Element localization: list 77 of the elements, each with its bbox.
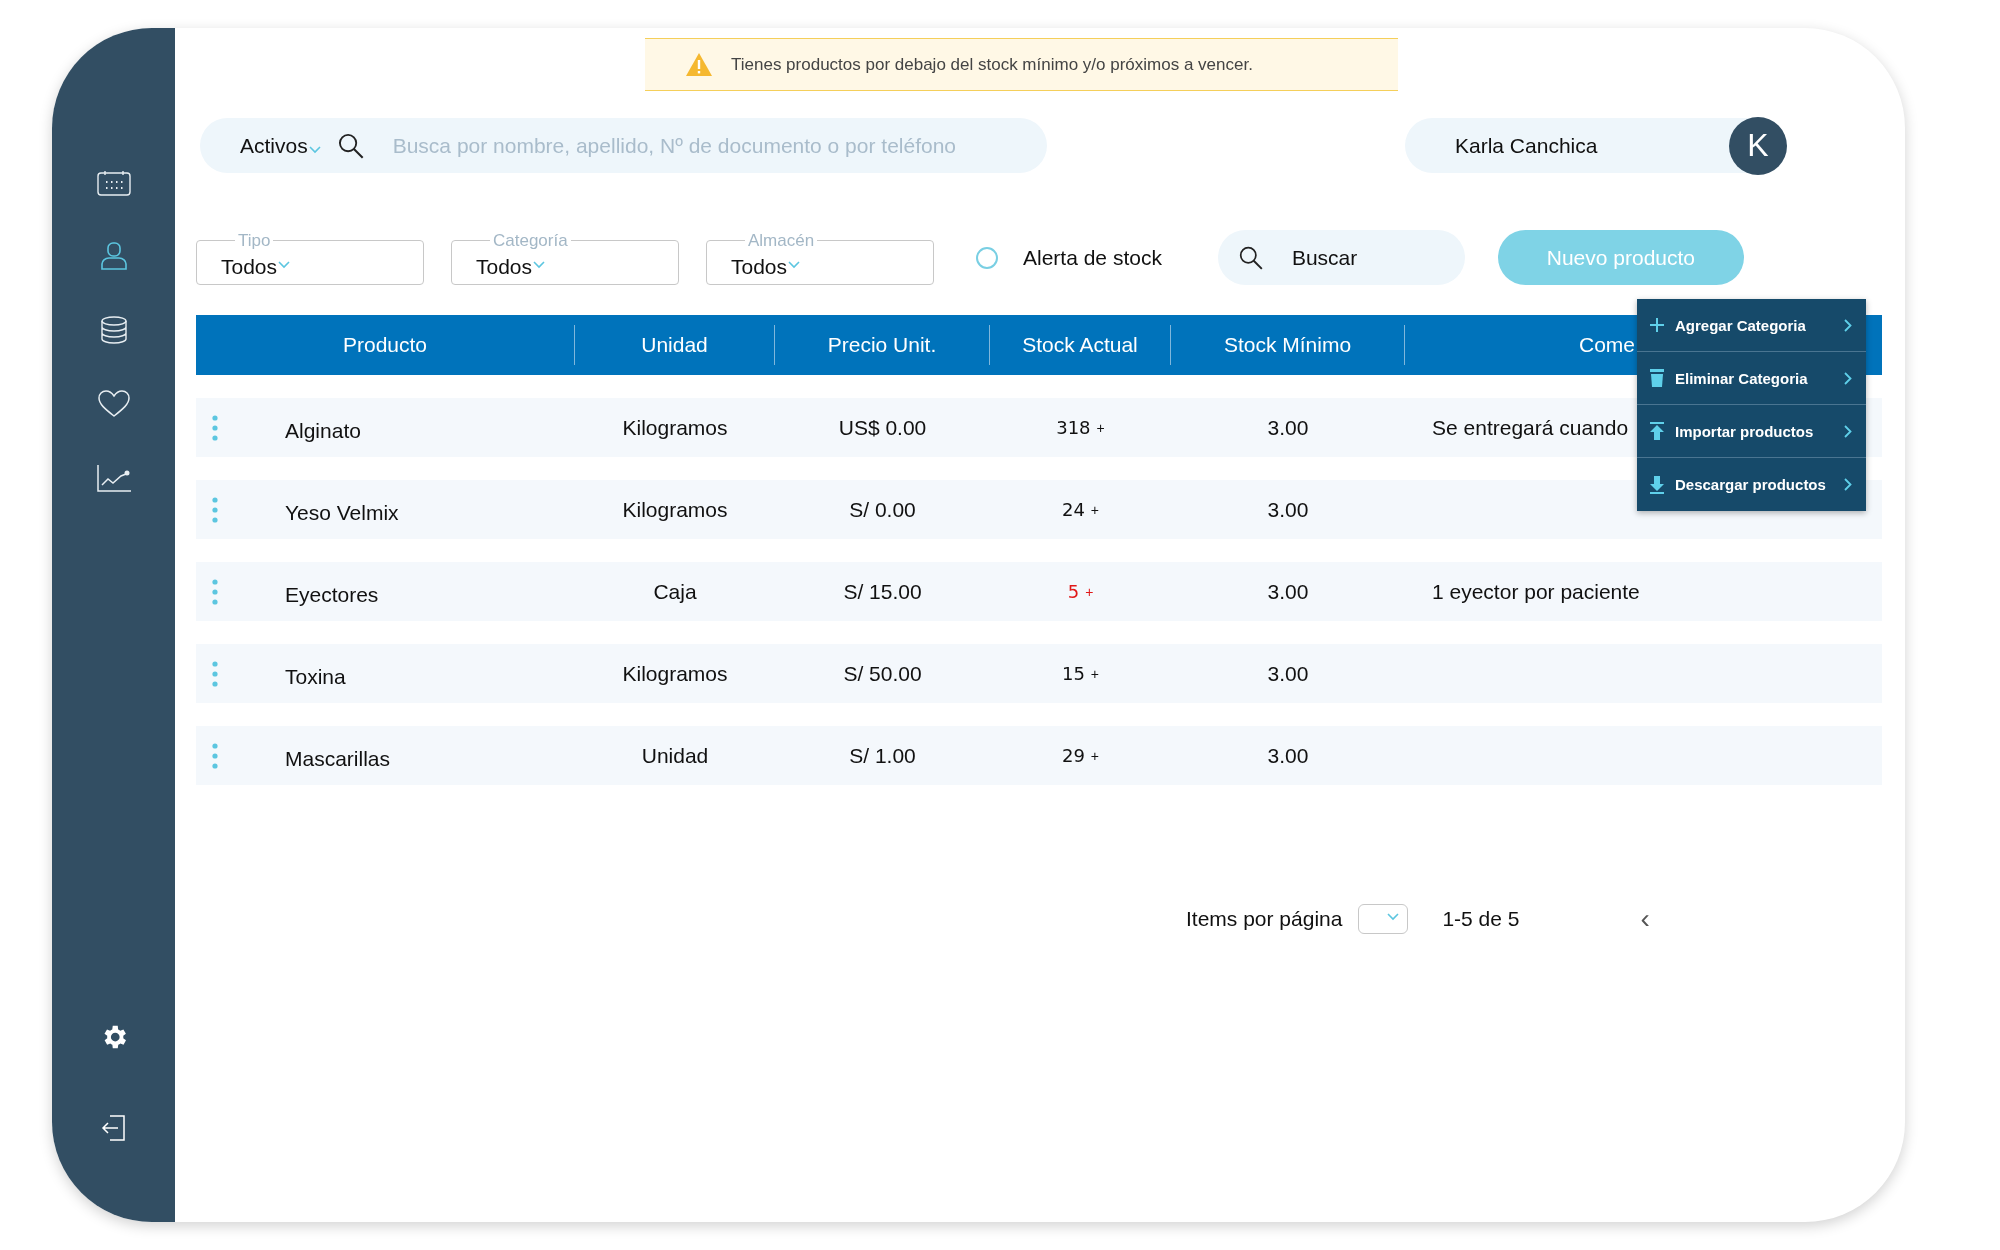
table-cell-text: S/ 0.00	[848, 497, 917, 522]
menu-item[interactable]: Descargar productos	[1637, 458, 1866, 511]
table-cell: Se entregará cuando	[1432, 415, 1629, 440]
page-range: 1-5 de 5	[1442, 907, 1520, 931]
chevron-right-icon	[1844, 424, 1852, 438]
stock-value: 15	[1061, 663, 1085, 684]
table-cell: Yeso Velmix	[285, 500, 399, 525]
column-header: Producto	[342, 333, 428, 357]
column-header: Stock Mínimo	[1223, 333, 1352, 357]
add-stock-link[interactable]: +	[1090, 665, 1100, 682]
search-icon	[1237, 244, 1264, 271]
search-placeholder: Busca por nombre, apellido, Nº de documento o por teléfono	[392, 133, 957, 158]
add-stock-link[interactable]: +	[1085, 583, 1094, 600]
items-per-page-label: Items por página	[1186, 907, 1343, 931]
previous-page-button[interactable]: ‹	[1640, 903, 1650, 935]
table-cell-text: 3.00	[1266, 579, 1310, 604]
stock-value: 24	[1061, 499, 1085, 520]
chevron-icon	[278, 261, 291, 269]
search-button[interactable]: Buscar	[1217, 230, 1465, 285]
search-bar[interactable]: Activos Busca por nombre, apellido, Nº de documento o por teléfono	[200, 118, 1047, 173]
database-icon[interactable]	[99, 316, 128, 344]
column-header: Precio Unit.	[827, 333, 937, 357]
plus-icon	[1649, 317, 1665, 333]
add-stock-link[interactable]: +	[1090, 501, 1100, 518]
table-cell-text: 3.00	[1266, 661, 1310, 686]
column-header: Unidad	[641, 333, 708, 357]
table-cell: Mascarillas	[285, 746, 391, 771]
table-cell: Alginato	[285, 418, 361, 443]
menu-item[interactable]: Importar productos	[1637, 405, 1866, 458]
download-icon	[1649, 475, 1665, 494]
add-stock-link[interactable]: +	[1096, 419, 1105, 436]
table-cell-text: US$ 0.00	[837, 415, 928, 440]
search-icon	[336, 131, 365, 160]
table-cell-text: Kilogramos	[621, 415, 729, 440]
table-cell-text: S/ 15.00	[842, 579, 923, 604]
stock-value: 29	[1061, 745, 1085, 766]
chevron-right-icon	[1844, 371, 1852, 385]
line-chart-icon[interactable]	[95, 464, 132, 492]
calendar-icon[interactable]	[96, 170, 131, 196]
user-pill[interactable]: Karla Canchica K	[1405, 118, 1785, 173]
trash-icon	[1649, 368, 1665, 388]
radio-button[interactable]	[976, 246, 998, 269]
table-cell-text: Unidad	[640, 743, 710, 768]
table-cell: Toxina	[285, 664, 346, 689]
logout-icon[interactable]	[99, 1114, 128, 1142]
table-cell: Eyectores	[285, 582, 379, 607]
user-name: Karla Canchica	[1455, 133, 1598, 158]
stock-value: 5	[1067, 581, 1080, 602]
user-icon[interactable]	[99, 242, 128, 270]
radio-label: Alerta de stock	[1023, 245, 1162, 270]
alert-text: Tienes productos por debajo del stock mínimo y/o próximos a vencer.	[731, 54, 1253, 75]
column-header: Come	[1579, 333, 1636, 357]
table-cell-text: Kilogramos	[621, 661, 729, 686]
column-header: Stock Actual	[1022, 333, 1138, 357]
table-cell-text: 3.00	[1266, 743, 1310, 768]
chevron-icon	[1387, 913, 1400, 921]
warning-icon	[685, 52, 713, 77]
menu-item[interactable]: Agregar Categoria	[1637, 299, 1866, 352]
chevron-right-icon	[1844, 318, 1852, 332]
table-cell-text: 3.00	[1266, 497, 1310, 522]
table-cell-text: S/ 1.00	[848, 743, 917, 768]
upload-icon	[1649, 422, 1665, 440]
status-dropdown[interactable]: Activos	[240, 133, 321, 158]
heart-icon[interactable]	[96, 390, 131, 418]
chevron-icon	[533, 261, 546, 269]
chevron-icon	[308, 145, 321, 154]
stock-value: 318	[1056, 417, 1091, 438]
table-cell-text: Kilogramos	[621, 497, 729, 522]
table-cell-text: S/ 50.00	[842, 661, 923, 686]
menu-item[interactable]: Eliminar Categoria	[1637, 352, 1866, 405]
add-stock-link[interactable]: +	[1090, 747, 1100, 764]
chevron-right-icon	[1844, 478, 1852, 491]
table-cell-text: Caja	[652, 579, 698, 604]
table-cell: 1 eyector por paciente	[1432, 579, 1640, 604]
avatar[interactable]: K	[1729, 116, 1787, 175]
table-cell-text: 3.00	[1266, 415, 1310, 440]
chevron-icon	[788, 261, 801, 269]
